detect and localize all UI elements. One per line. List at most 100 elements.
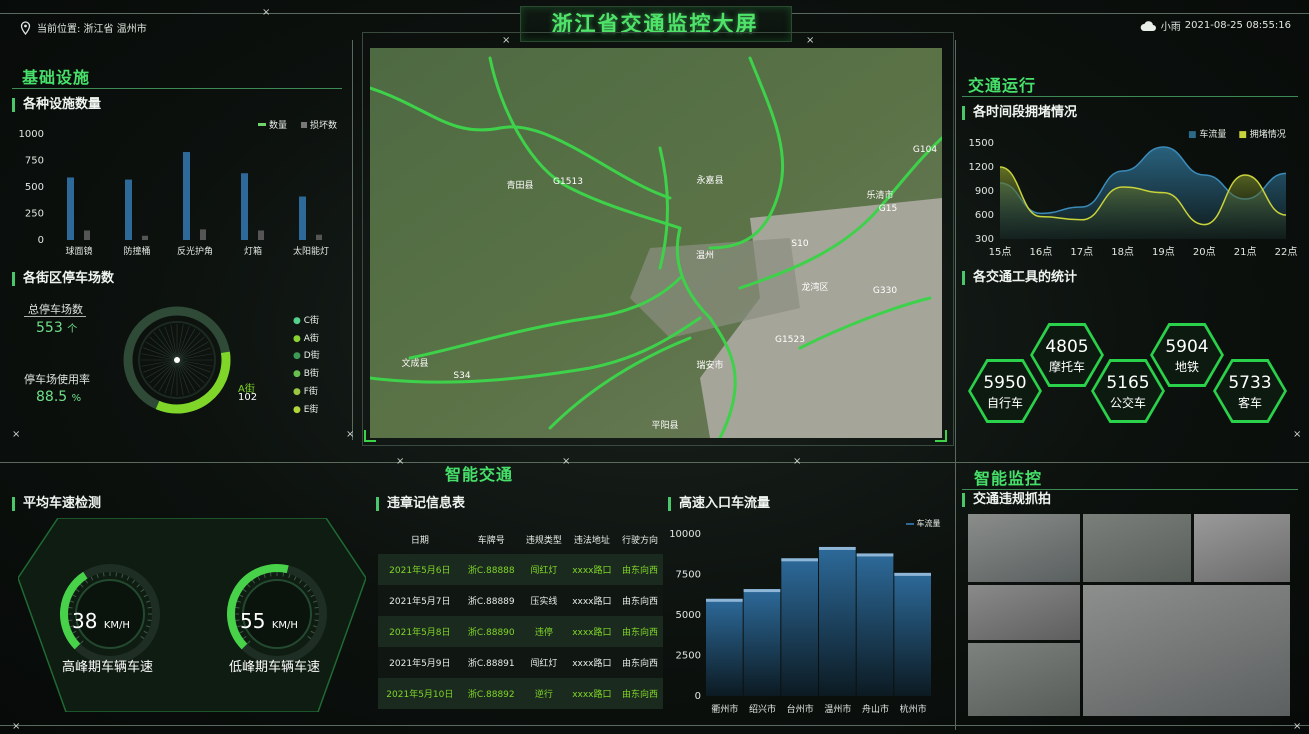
map-label: 温州 (696, 250, 714, 261)
highway-bar (856, 553, 894, 696)
table-cell: 由东向西 (621, 690, 658, 700)
gauge-tick (79, 640, 84, 645)
gauge-tick (102, 572, 105, 577)
x-tick-label: 15点 (989, 246, 1012, 258)
datetime-label: 2021-08-25 08:55:16 (1184, 20, 1291, 31)
map-label: S10 (791, 239, 808, 249)
total-parking-value: 553 (36, 320, 63, 336)
map-corner-bl (364, 430, 376, 442)
column-header: 违法地址 (573, 535, 610, 546)
highway-bar (894, 572, 931, 696)
total-parking-underline (24, 316, 86, 317)
y-tick-label: 750 (25, 156, 44, 167)
gauge-tick (312, 625, 318, 628)
gauge-tick (69, 600, 75, 603)
gauge-tick (136, 583, 141, 588)
middle-frame-line (0, 462, 1309, 463)
transport-value: 5950 (983, 373, 1027, 393)
gauge-tick (310, 594, 315, 598)
gauge-tick (75, 635, 80, 640)
gauge-tick (242, 635, 247, 640)
gauge-tick (257, 576, 261, 581)
panel-title-infrastructure: 基础设施 (22, 68, 91, 87)
map-label: G15 (879, 204, 897, 214)
table-cell: 闯红灯 (530, 566, 558, 576)
gauge-offpeak-unit: KM/H (271, 620, 298, 631)
parking-rate-unit: % (71, 393, 82, 404)
table-cell: xxxx路口 (572, 566, 612, 576)
gauge-tick (72, 594, 77, 598)
camera-feed-main[interactable] (1083, 585, 1290, 716)
gauge-tick (90, 576, 94, 581)
map-label: G104 (913, 145, 937, 155)
facilities-bar-chart: 1000 750 500 250 0 球面镜 防撞桶 反光护角 灯箱 太阳能灯 (19, 129, 329, 257)
x-tick-label: 球面镜 (65, 245, 92, 257)
camera-feed-5[interactable] (968, 643, 1080, 716)
total-parking-value-row: 553 个 (36, 320, 77, 336)
parking-ring-chart (123, 306, 231, 414)
gauge-tick (140, 588, 145, 593)
gauge-tick (79, 583, 84, 588)
weather-time: 小雨 2021-08-25 08:55:16 (1139, 18, 1291, 33)
gauge-peak-value: 38 (72, 609, 98, 633)
left-divider (352, 40, 353, 440)
gauge-tick (235, 619, 240, 622)
x-tick-label: 防撞桶 (123, 245, 150, 257)
gauge-offpeak-value-row: 55 KM/H (240, 609, 298, 633)
gauge-tick (126, 576, 130, 581)
table-row[interactable]: 2021年5月10日 浙C.88892 逆行 xxxx路口 由东向西 (378, 678, 663, 709)
gauge-tick (147, 619, 152, 622)
highway-bar (819, 546, 856, 696)
table-cell: 2021年5月7日 (389, 597, 451, 607)
panel-title-monitor: 智能监控 (974, 469, 1043, 488)
traffic-map[interactable]: 青田县 永嘉县乐清市温州龙湾区瑞安市 文成县平阳县 G1513 G104 G15 S10 G3… (370, 48, 942, 438)
highway-bar-cap (706, 598, 743, 602)
gauge-tick (143, 630, 148, 634)
map-label: 乐清市 (866, 189, 893, 201)
x-tick-label: 18点 (1111, 246, 1134, 258)
gauge-tick (293, 576, 297, 581)
gauge-tick (314, 619, 319, 622)
camera-feed-2[interactable] (1083, 514, 1191, 582)
x-tick-label: 17点 (1070, 246, 1093, 258)
bottom-frame-line (0, 725, 1309, 726)
y-tick-label: 900 (975, 186, 994, 197)
right-divider (955, 40, 956, 730)
map-corner-br (935, 430, 947, 442)
panel-underline (12, 88, 342, 89)
street-legend-item: ● F街 (293, 386, 318, 397)
y-tick-label: 1200 (969, 162, 994, 173)
gauge-tick (145, 625, 151, 628)
x-tick-label: 16点 (1029, 246, 1052, 258)
camera-feed-3[interactable] (1194, 514, 1290, 582)
x-tick-label: 反光护角 (177, 245, 213, 257)
gauge-tick (143, 594, 148, 598)
panel-underline (962, 96, 1298, 97)
map-label: 龙湾区 (801, 281, 828, 293)
gauge-tick (303, 583, 308, 588)
gauge-tick (131, 579, 136, 584)
highway-bar-cap (894, 572, 931, 576)
bar-count (67, 177, 74, 240)
gauge-tick (288, 573, 291, 579)
table-row[interactable]: 2021年5月9日 浙C.88891 闯红灯 xxxx路口 由东向西 (378, 647, 663, 678)
table-cell: xxxx路口 (572, 659, 612, 669)
camera-feed-4[interactable] (968, 585, 1080, 640)
table-row[interactable]: 2021年5月8日 浙C.88890 违停 xxxx路口 由东向西 (378, 616, 663, 647)
y-tick-label: 5000 (676, 610, 701, 621)
table-row[interactable]: 2021年5月6日 浙C.88888 闯红灯 xxxx路口 由东向西 (378, 554, 663, 585)
parking-rate-label: 停车场使用率 (24, 373, 90, 386)
facilities-title: 各种设施数量 (12, 98, 101, 112)
y-tick-label: 250 (25, 209, 44, 220)
map-label: 瑞安市 (696, 359, 723, 371)
transport-label: 地铁 (1174, 360, 1199, 374)
congestion-area-chart: 1500 1200 900 600 30015点 16点 17点 18点 19点 20点 21点 22… (969, 138, 1298, 258)
table-cell: 浙C.88890 (467, 628, 515, 638)
gauge-tick (115, 572, 118, 577)
table-row[interactable]: 2021年5月7日 浙C.88889 压实线 xxxx路口 由东向西 (378, 585, 663, 616)
x-tick-label: 20点 (1193, 246, 1216, 258)
y-tick-label: 500 (25, 182, 44, 193)
transport-label: 公交车 (1109, 396, 1146, 410)
camera-feed-1[interactable] (968, 514, 1080, 582)
x-tick-label: 灯箱 (244, 245, 262, 257)
